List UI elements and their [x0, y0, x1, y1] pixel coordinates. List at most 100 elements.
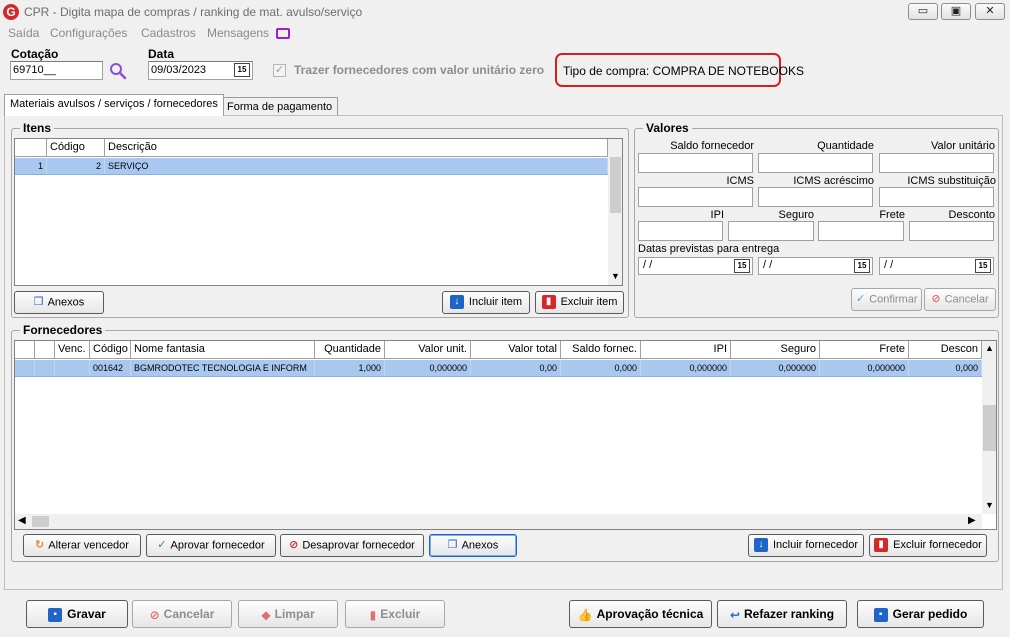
forn-col-codigo[interactable]: Código — [90, 341, 131, 358]
saldo-fornecedor-label: Saldo fornecedor — [670, 140, 754, 152]
download-icon: ↓ — [449, 295, 464, 310]
icms-input[interactable] — [638, 187, 753, 207]
tab-forma-pagamento[interactable]: Forma de pagamento — [221, 97, 339, 116]
save-icon: ▪ — [873, 607, 888, 622]
undo-icon: ↩ — [729, 607, 741, 622]
table-row[interactable]: 1 2 SERVIÇO — [15, 158, 608, 175]
excluir-button[interactable]: ▮ Excluir — [345, 600, 445, 628]
saldo-fornecedor-input[interactable] — [638, 153, 753, 173]
copy-icon: ❐ — [447, 539, 458, 551]
forn-cell-venc — [55, 360, 90, 376]
fornecedores-vscroll-thumb[interactable] — [983, 405, 996, 451]
forn-col-valor-total[interactable]: Valor total — [471, 341, 561, 358]
alterar-vencedor-button[interactable]: ↻ Alterar vencedor — [23, 534, 141, 557]
forn-cell-nome: BGMRODOTEC TECNOLOGIA E INFORM — [131, 360, 315, 376]
itens-cell-index: 1 — [15, 158, 47, 174]
datas-previstas-label: Datas previstas para entrega — [638, 243, 780, 255]
tipo-compra-text: Tipo de compra: COMPRA DE NOTEBOOKS — [563, 64, 804, 78]
icms-substituicao-input[interactable] — [879, 187, 994, 207]
incluir-fornecedor-button[interactable]: ↓ Incluir fornecedor — [748, 534, 864, 557]
save-icon: ▪ — [48, 607, 63, 622]
forn-cell-quantidade: 1,000 — [315, 360, 385, 376]
aprovacao-tecnica-button[interactable]: 👍 Aprovação técnica — [569, 600, 712, 628]
confirmar-button[interactable]: ✓ Confirmar — [851, 288, 922, 311]
menu-cadastros[interactable]: Cadastros — [141, 26, 196, 40]
chevron-down-icon[interactable]: ▼ — [985, 500, 994, 510]
menu-saida[interactable]: Saída — [8, 26, 39, 40]
refazer-ranking-button[interactable]: ↩ Refazer ranking — [717, 600, 847, 628]
forn-col-frete[interactable]: Frete — [820, 341, 909, 358]
forn-col-venc[interactable]: Venc. — [55, 341, 90, 358]
menu-configuracoes[interactable]: Configurações — [50, 26, 127, 40]
forn-cell-0 — [15, 360, 35, 376]
aprovar-fornecedor-button[interactable]: ✓ Aprovar fornecedor — [146, 534, 276, 557]
seguro-input[interactable] — [728, 221, 814, 241]
valor-unitario-label: Valor unitário — [931, 140, 995, 152]
itens-anexos-button[interactable]: ❐ Anexos — [14, 291, 104, 314]
menu-bar: Saída Configurações Cadastros Mensagens — [0, 25, 1010, 43]
fornecedores-grid-header: Venc. Código Nome fantasia Quantidade Va… — [15, 341, 982, 359]
data-label: Data — [148, 47, 175, 61]
incluir-item-button[interactable]: ↓ Incluir item — [442, 291, 530, 314]
quantidade-input[interactable] — [758, 153, 873, 173]
forn-col-nome[interactable]: Nome fantasia — [131, 341, 315, 358]
restore-button[interactable]: ▣ — [941, 3, 971, 20]
calendar-icon[interactable]: 15 — [734, 259, 750, 273]
excluir-fornecedor-button[interactable]: ▮ Excluir fornecedor — [869, 534, 987, 557]
limpar-button[interactable]: ◆ Limpar — [238, 600, 338, 628]
search-icon[interactable] — [109, 62, 127, 80]
minimize-button[interactable]: ▭ — [908, 3, 938, 20]
desconto-input[interactable] — [909, 221, 994, 241]
monitor-icon[interactable] — [276, 28, 290, 39]
forn-col-valor-unit[interactable]: Valor unit. — [385, 341, 471, 358]
tipo-compra-box: Tipo de compra: COMPRA DE NOTEBOOKS — [555, 53, 804, 87]
frete-input[interactable] — [818, 221, 904, 241]
itens-col-index — [15, 139, 47, 156]
fornecedores-anexos-button[interactable]: ❐ Anexos — [429, 534, 517, 557]
forn-col-quantidade[interactable]: Quantidade — [315, 341, 385, 358]
app-logo-icon: G — [3, 4, 19, 20]
quantidade-label: Quantidade — [817, 140, 874, 152]
trazer-checkbox[interactable]: ✓ — [273, 64, 286, 77]
chevron-down-icon[interactable]: ▼ — [611, 271, 620, 281]
forn-cell-valor-unit: 0,000000 — [385, 360, 471, 376]
close-button[interactable]: ✕ — [975, 3, 1005, 20]
gerar-pedido-button[interactable]: ▪ Gerar pedido — [857, 600, 984, 628]
trazer-label: Trazer fornecedores com valor unitário z… — [294, 63, 545, 77]
chevron-up-icon[interactable]: ▲ — [985, 343, 994, 353]
excluir-item-button[interactable]: ▮ Excluir item — [535, 291, 624, 314]
valor-unitario-input[interactable] — [879, 153, 994, 173]
valores-cancelar-button[interactable]: ⊘ Cancelar — [924, 288, 996, 311]
ipi-input[interactable] — [638, 221, 723, 241]
chevron-right-icon[interactable]: ▶ — [968, 515, 976, 526]
fornecedores-vscrollbar[interactable]: ▲ ▼ — [982, 341, 996, 514]
itens-col-descricao[interactable]: Descrição — [105, 139, 608, 156]
table-row[interactable]: 001642 BGMRODOTEC TECNOLOGIA E INFORM 1,… — [15, 360, 982, 377]
trash-icon: ▮ — [369, 607, 377, 622]
copy-icon: ❐ — [33, 296, 44, 308]
forn-col-saldo[interactable]: Saldo fornec. — [561, 341, 641, 358]
calendar-icon[interactable]: 15 — [975, 259, 991, 273]
forn-col-ipi[interactable]: IPI — [641, 341, 731, 358]
thumbs-up-icon: 👍 — [577, 607, 593, 622]
cotacao-input[interactable]: 69710__ — [10, 61, 103, 80]
desaprovar-fornecedor-button[interactable]: ⊘ Desaprovar fornecedor — [280, 534, 424, 557]
icms-substituicao-label: ICMS substituição — [907, 175, 996, 187]
chevron-left-icon[interactable]: ◀ — [18, 515, 26, 526]
forn-col-seguro[interactable]: Seguro — [731, 341, 820, 358]
menu-mensagens[interactable]: Mensagens — [207, 26, 269, 40]
icms-acrescimo-input[interactable] — [758, 187, 873, 207]
forn-col-desconto[interactable]: Descon — [909, 341, 982, 358]
calendar-icon[interactable]: 15 — [234, 63, 250, 77]
tab-materiais[interactable]: Materiais avulsos / serviços / fornecedo… — [4, 94, 224, 116]
fornecedores-hscroll-thumb[interactable] — [32, 516, 49, 527]
itens-scroll-thumb[interactable] — [610, 157, 621, 213]
itens-scrollbar[interactable]: ▼ — [608, 139, 622, 285]
forn-cell-valor-total: 0,00 — [471, 360, 561, 376]
calendar-icon[interactable]: 15 — [854, 259, 870, 273]
itens-col-codigo[interactable]: Código — [47, 139, 105, 156]
cancelar-button[interactable]: ⊘ Cancelar — [132, 600, 232, 628]
gravar-button[interactable]: ▪ Gravar — [26, 600, 128, 628]
check-icon: ✓ — [856, 293, 866, 305]
fornecedores-hscrollbar[interactable]: ◀ ▶ — [15, 514, 982, 529]
